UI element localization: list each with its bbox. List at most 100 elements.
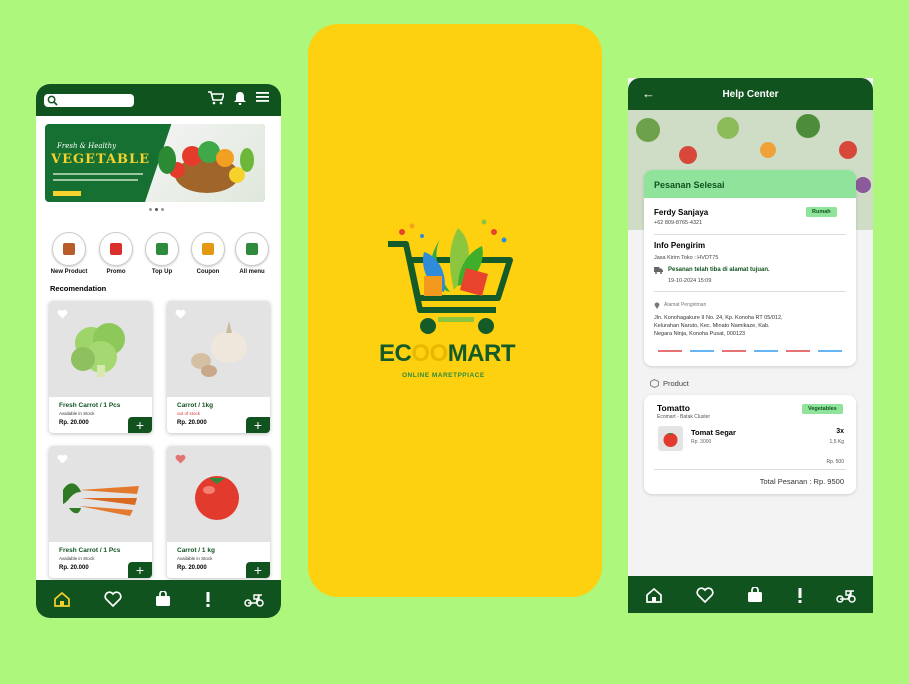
tomato-image — [663, 433, 678, 447]
splash-screen: ECOOMART ONLINE MARETPPIACE — [308, 24, 602, 597]
bag-icon[interactable] — [747, 586, 763, 603]
product-price: Rp. 20.000 — [59, 565, 89, 571]
stock-status: Available in Stock — [177, 556, 213, 561]
item-quantity: 3x — [836, 428, 844, 435]
category-label: Top Up — [151, 269, 173, 275]
item-name: Tomat Segar — [691, 428, 736, 437]
promo-tag-icon — [99, 232, 133, 266]
category-promo[interactable]: Promo — [96, 232, 136, 275]
delivery-scooter-icon[interactable] — [244, 591, 264, 607]
carousel-dots[interactable] — [149, 208, 164, 211]
add-to-cart-button[interactable]: + — [128, 417, 152, 433]
home-icon[interactable] — [645, 587, 663, 603]
stock-status: Available in Stock — [59, 411, 95, 416]
product-card[interactable]: Carrot / 1kg out of stock Rp. 20.000 + — [167, 301, 270, 433]
category-label: All menu — [239, 269, 265, 275]
category-label: New Product — [50, 269, 88, 275]
address-tag-badge: Rumah — [806, 207, 837, 217]
promo-banner[interactable]: Fresh & Healthy VEGETABLE — [45, 124, 265, 202]
category-coupon[interactable]: Coupon — [188, 232, 228, 275]
bottom-nav — [628, 576, 873, 613]
home-icon[interactable] — [53, 591, 71, 607]
category-label: Promo — [106, 269, 126, 275]
home-screen: Fresh & Healthy VEGETABLE New Product Pro… — [36, 84, 281, 618]
banner-tagline: Fresh & Healthy — [57, 142, 117, 150]
category-badge: Vegetables — [802, 404, 843, 414]
box-icon — [52, 232, 86, 266]
top-bar — [36, 84, 281, 116]
section-title: Recomendation — [50, 284, 107, 293]
stock-status: Available in Stock — [59, 556, 95, 561]
order-status: Pesanan Selesai — [654, 180, 725, 190]
location-pin-icon — [654, 302, 660, 309]
truck-icon — [654, 267, 663, 274]
product-card[interactable]: Fresh Carrot / 1 Pcs Available in Stock Rp… — [49, 446, 152, 578]
product-card[interactable]: Fresh Carrot / 1 Pcs Available in Stock Rp… — [49, 301, 152, 433]
order-detail-screen: ← Help Center Pesanan Selesai Ferdy Sanj… — [628, 78, 873, 613]
delivery-scooter-icon[interactable] — [836, 587, 856, 603]
category-all-menu[interactable]: All menu — [232, 232, 272, 275]
search-input[interactable] — [44, 94, 134, 107]
address-line: Kelurahan Naruto, Kec. Minato Namikaze, … — [654, 323, 770, 329]
product-card: Tomatto Ecomart - Batak Cluster Vegetabl… — [644, 395, 856, 494]
alert-icon[interactable] — [205, 591, 211, 607]
item-subtotal: Rp. 500 — [826, 459, 844, 465]
banner-order-button[interactable] — [53, 191, 81, 196]
store-sub: Ecomart - Batak Cluster — [657, 414, 711, 420]
product-price: Rp. 20.000 — [59, 420, 89, 426]
box-icon — [650, 379, 659, 388]
delivery-time: 19-10-2024 15:09 — [668, 278, 712, 284]
item-thumbnail — [658, 426, 683, 451]
favorite-heart-icon[interactable] — [175, 454, 186, 464]
favorite-heart-icon[interactable] — [57, 309, 68, 319]
phone-topup-icon — [145, 232, 179, 266]
stock-status: out of stock — [177, 411, 201, 416]
product-section-title: Product — [663, 379, 689, 388]
order-status-banner: Pesanan Selesai — [644, 170, 856, 198]
header: ← Help Center — [628, 78, 873, 110]
sender-title: Info Pengirim — [654, 241, 706, 250]
heart-icon[interactable] — [696, 586, 714, 603]
bag-icon[interactable] — [155, 591, 171, 607]
heart-icon[interactable] — [104, 591, 122, 607]
brand-subtitle: ONLINE MARETPPIACE — [402, 372, 485, 379]
bottom-nav — [36, 580, 281, 618]
delivery-status: Pesanan telah tiba di alamat tujuan. — [668, 267, 770, 273]
add-to-cart-button[interactable]: + — [128, 562, 152, 578]
product-name: Fresh Carrot / 1 Pcs — [59, 402, 121, 409]
address-envelope-stripe — [658, 350, 844, 352]
category-top-up[interactable]: Top Up — [142, 232, 182, 275]
store-name: Tomatto — [657, 403, 690, 413]
address-line: Negara Ninja, Konoha Pusat, 000123 — [654, 331, 746, 337]
menu-icon[interactable] — [256, 91, 269, 103]
ecomart-cart-logo — [388, 219, 513, 334]
category-new-product[interactable]: New Product — [49, 232, 89, 275]
favorite-heart-icon[interactable] — [57, 454, 68, 464]
cart-icon[interactable] — [208, 91, 224, 105]
address-label: Alamat Pengiriman — [664, 302, 707, 308]
banner-headline: VEGETABLE — [51, 152, 151, 167]
brand-name: ECOOMART — [379, 340, 516, 367]
customer-name: Ferdy Sanjaya — [654, 208, 709, 217]
product-price: Rp. 20.000 — [177, 565, 207, 571]
item-weight: 1,5 Kg — [829, 439, 844, 445]
coupon-icon — [191, 232, 225, 266]
add-to-cart-button[interactable]: + — [246, 562, 270, 578]
product-name: Fresh Carrot / 1 Pcs — [59, 547, 121, 554]
order-card: Pesanan Selesai Ferdy Sanjaya +62 809-87… — [644, 170, 856, 366]
add-to-cart-button[interactable]: + — [246, 417, 270, 433]
product-card[interactable]: Carrot / 1 kg Available in Stock Rp. 20.00… — [167, 446, 270, 578]
address-line: Jln. Konohagakure II No. 24, Kp. Konoha … — [654, 315, 783, 321]
product-name: Carrot / 1kg — [177, 402, 214, 409]
customer-phone: +62 809-8765-4321 — [654, 220, 703, 226]
search-icon — [47, 95, 58, 106]
alert-icon[interactable] — [797, 587, 803, 603]
vegetable-basket-image — [158, 141, 254, 193]
product-price: Rp. 20.000 — [177, 420, 207, 426]
favorite-heart-icon[interactable] — [175, 309, 186, 319]
order-total: Total Pesanan : Rp. 9500 — [759, 477, 844, 486]
product-name: Carrot / 1 kg — [177, 547, 215, 554]
shipping-service: Jasa Kirim Toko : HVDT75 — [654, 255, 719, 261]
item-price: Rp. 3000 — [691, 439, 712, 445]
bell-icon[interactable] — [234, 91, 246, 105]
